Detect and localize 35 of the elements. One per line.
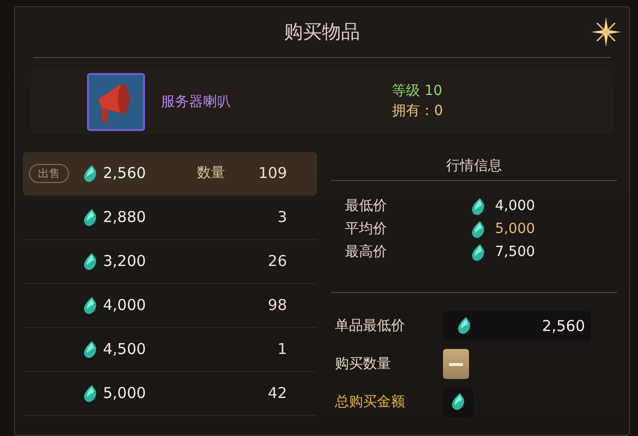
stat-value: 5,000 (495, 220, 536, 239)
stat-value: 7,500 (495, 243, 536, 262)
price-text: 2,560 (103, 163, 146, 184)
quantity-text: 109 (258, 163, 287, 184)
window-title: 购买物品 (284, 20, 360, 45)
price-text: 4,000 (103, 295, 146, 316)
item-level: 等级 10 (392, 82, 443, 102)
field-label: 购买数量 (335, 354, 392, 374)
listing-row[interactable]: 出售 2,560 数量 109 (23, 152, 317, 196)
owned-count: 拥有：0 (392, 102, 443, 121)
item-name: 服务器喇叭 (161, 92, 231, 112)
stat-label: 平均价 (345, 220, 388, 239)
section-title: 行情信息 (445, 157, 503, 176)
quantity-text: 42 (268, 383, 287, 404)
quantity-label: 数量 (197, 164, 225, 183)
listing-row[interactable]: 5,000 42 (23, 372, 317, 416)
price-text: 3,200 (103, 251, 146, 272)
quantity-text: 26 (268, 251, 287, 272)
stat-value: 4,000 (495, 197, 536, 216)
stat-label: 最高价 (345, 243, 388, 262)
quantity-text: 3 (277, 207, 287, 228)
quantity-text: 98 (268, 295, 287, 316)
listing-row[interactable]: 2,880 3 (23, 196, 317, 240)
price-text: 4,500 (103, 339, 146, 360)
quantity-text: 1 (277, 339, 287, 360)
listing-row[interactable]: 3,200 26 (23, 240, 317, 284)
price-field: 2,560 (443, 311, 591, 341)
stat-label: 最低价 (345, 197, 388, 216)
price-text: 2,880 (103, 207, 146, 228)
field-label: 单品最低价 (335, 316, 406, 336)
price-text: 5,000 (103, 383, 146, 404)
listing-row[interactable]: 4,500 1 (23, 328, 317, 372)
field-label: 总购买金额 (335, 392, 406, 412)
sell-button[interactable]: 出售 (29, 164, 69, 183)
listing-row[interactable]: 4,000 98 (23, 284, 317, 328)
